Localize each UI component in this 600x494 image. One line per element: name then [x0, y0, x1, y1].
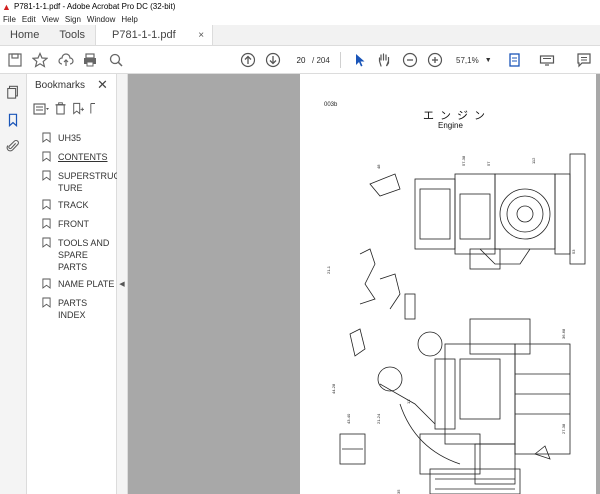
document-canvas[interactable]: 003b エンジン Engine 21-1 48 57-38 57 112 53…	[128, 74, 600, 494]
keyboard-tool-icon[interactable]	[537, 50, 557, 70]
menubar: File Edit View Sign Window Help	[0, 13, 600, 25]
svg-text:13: 13	[406, 399, 411, 404]
bookmark-tool-partial-icon[interactable]	[90, 102, 95, 118]
bookmark-star-icon[interactable]	[30, 50, 50, 70]
bookmark-icon	[42, 278, 52, 292]
zoom-search-icon[interactable]	[106, 50, 126, 70]
bookmark-label: UH35	[58, 133, 82, 143]
zoom-level-select[interactable]: 57,1% ▼	[456, 52, 496, 68]
page-title-english: Engine	[438, 121, 463, 130]
bookmarks-panel: Bookmarks ✕ UH35 CONTENTS SUPERSTRUC TUR…	[27, 74, 120, 494]
bookmark-item[interactable]: SUPERSTRUC TURE	[42, 170, 120, 194]
window-title: P781-1-1.pdf - Adobe Acrobat Pro DC (32-…	[14, 2, 176, 11]
toolbar-divider	[340, 52, 341, 68]
svg-text:36-68: 36-68	[561, 328, 566, 339]
svg-text:112: 112	[531, 157, 536, 164]
previous-page-icon[interactable]	[238, 50, 258, 70]
engine-parts-drawing: 21-1 48 57-38 57 112 53 36-68 44-28 43-4…	[326, 153, 586, 494]
page-thumbnails-icon[interactable]	[5, 84, 21, 100]
bookmark-label: PARTS INDEX	[58, 298, 88, 320]
hand-tool-icon[interactable]	[374, 50, 394, 70]
next-page-icon[interactable]	[263, 50, 283, 70]
window-titlebar: ▲ P781-1-1.pdf - Adobe Acrobat Pro DC (3…	[0, 0, 600, 13]
bookmarks-panel-icon[interactable]	[5, 112, 21, 128]
cloud-upload-icon[interactable]	[56, 50, 76, 70]
zoom-in-icon[interactable]	[425, 50, 445, 70]
bookmark-item[interactable]: UH35	[42, 132, 116, 146]
page-total: / 204	[312, 55, 330, 65]
menu-window[interactable]: Window	[87, 15, 115, 24]
bookmark-list: UH35 CONTENTS SUPERSTRUC TURE TRACK FRON…	[42, 132, 120, 326]
menu-help[interactable]: Help	[121, 15, 137, 24]
svg-text:43-40: 43-40	[346, 413, 351, 424]
bookmarks-header: Bookmarks	[35, 80, 86, 91]
pdf-page: 003b エンジン Engine 21-1 48 57-38 57 112 53…	[300, 74, 596, 494]
tab-close-icon[interactable]: ×	[198, 30, 204, 41]
tab-document-label: P781-1-1.pdf	[112, 29, 176, 41]
svg-text:57-38: 57-38	[461, 155, 466, 166]
menu-edit[interactable]: Edit	[22, 15, 36, 24]
navigation-rail	[0, 74, 27, 494]
svg-text:27-38: 27-38	[561, 423, 566, 434]
delete-bookmark-icon[interactable]	[55, 102, 66, 118]
bookmark-item[interactable]: TOOLS AND SPARE PARTS	[42, 237, 116, 273]
page-number-input[interactable]: 20	[291, 52, 311, 68]
panel-collapse-handle[interactable]: ◀	[117, 74, 128, 494]
bookmark-icon	[42, 218, 52, 232]
close-panel-icon[interactable]: ✕	[97, 77, 108, 93]
bookmark-icon	[42, 199, 52, 213]
bookmark-label: CONTENTS	[58, 152, 108, 162]
bookmark-item[interactable]: PARTS INDEX	[42, 297, 116, 321]
bookmark-icon	[42, 132, 52, 146]
bookmark-options-icon[interactable]	[33, 102, 49, 118]
bookmark-item[interactable]: CONTENTS	[42, 151, 116, 165]
tab-bar: Home Tools P781-1-1.pdf ×	[0, 25, 600, 46]
bookmark-item[interactable]: NAME PLATE	[42, 278, 116, 292]
zoom-out-icon[interactable]	[400, 50, 420, 70]
svg-text:48: 48	[376, 164, 381, 169]
svg-text:35: 35	[396, 489, 401, 494]
page-layout-icon[interactable]	[505, 50, 525, 70]
zoom-level-value: 57,1%	[456, 55, 479, 65]
comment-icon[interactable]	[574, 50, 594, 70]
bookmark-label: FRONT	[58, 219, 89, 229]
bookmark-icon	[42, 237, 52, 251]
svg-text:57: 57	[486, 161, 491, 166]
bookmark-label: TRACK	[58, 200, 89, 210]
select-cursor-icon[interactable]	[350, 50, 370, 70]
bookmark-label: NAME PLATE	[58, 279, 115, 289]
chevron-down-icon: ▼	[484, 56, 492, 64]
svg-text:21-24: 21-24	[376, 413, 381, 424]
acrobat-pdf-icon: ▲	[2, 1, 11, 12]
svg-text:53: 53	[571, 249, 576, 254]
bookmark-label: TOOLS AND SPARE PARTS	[58, 238, 110, 272]
new-bookmark-icon[interactable]	[72, 102, 84, 118]
attachments-paperclip-icon[interactable]	[5, 138, 21, 154]
svg-text:21-1: 21-1	[326, 265, 331, 274]
bookmark-icon	[42, 297, 52, 311]
tab-home[interactable]: Home	[0, 25, 49, 45]
chevron-left-icon: ◀	[119, 281, 125, 288]
bookmark-icon	[42, 170, 52, 184]
menu-sign[interactable]: Sign	[65, 15, 81, 24]
bookmark-item[interactable]: TRACK	[42, 199, 116, 213]
save-icon[interactable]	[5, 50, 25, 70]
svg-text:44-28: 44-28	[331, 383, 336, 394]
print-icon[interactable]	[80, 50, 100, 70]
bookmark-tools	[33, 102, 95, 118]
main-toolbar: 20 / 204 57,1% ▼	[0, 46, 600, 74]
bookmark-icon	[42, 151, 52, 165]
bookmark-item[interactable]: FRONT	[42, 218, 116, 232]
bookmark-label: SUPERSTRUC TURE	[58, 171, 121, 193]
tab-tools[interactable]: Tools	[49, 25, 95, 45]
page-code: 003b	[324, 102, 338, 108]
tab-document[interactable]: P781-1-1.pdf ×	[95, 25, 214, 45]
menu-file[interactable]: File	[3, 15, 16, 24]
menu-view[interactable]: View	[42, 15, 59, 24]
